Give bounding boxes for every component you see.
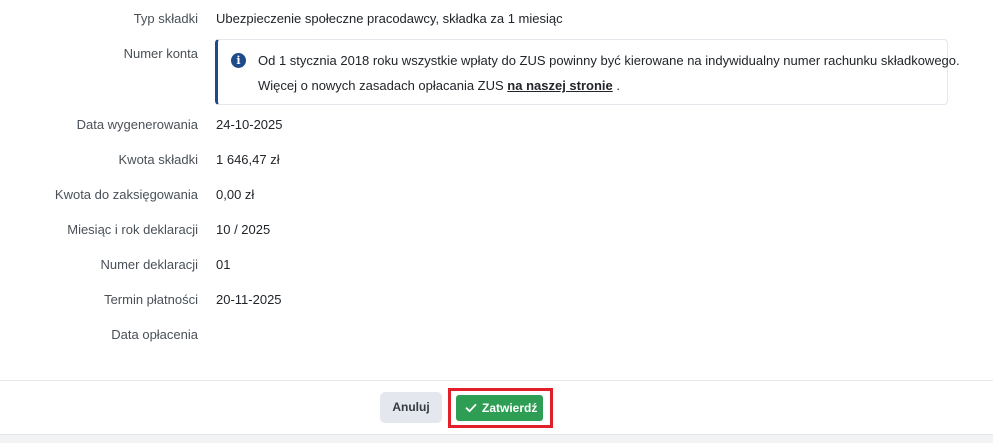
payment-details-panel: Typ składki Ubezpieczenie społeczne prac… bbox=[0, 0, 993, 380]
info-alert-more: Więcej o nowych zasadach opłacania ZUS n… bbox=[258, 78, 620, 94]
field-value: 1 646,47 zł bbox=[216, 152, 280, 167]
field-value: 01 bbox=[216, 257, 231, 272]
field-value: 10 / 2025 bbox=[216, 222, 271, 237]
field-label: Miesiąc i rok deklaracji bbox=[67, 222, 198, 237]
field-label: Data wygenerowania bbox=[76, 117, 198, 132]
field-value: Ubezpieczenie społeczne pracodawcy, skła… bbox=[216, 11, 563, 26]
info-alert-more-prefix: Więcej o nowych zasadach opłacania ZUS bbox=[258, 78, 508, 93]
field-label: Typ składki bbox=[133, 11, 198, 26]
field-value: 0,00 zł bbox=[216, 187, 255, 202]
confirm-button[interactable]: Zatwierdź bbox=[456, 395, 543, 421]
field-label: Kwota składki bbox=[118, 152, 198, 167]
info-alert: i Od 1 stycznia 2018 roku wszystkie wpła… bbox=[215, 39, 960, 105]
our-website-link[interactable]: na naszej stronie bbox=[507, 78, 612, 93]
field-value: 20-11-2025 bbox=[216, 292, 282, 307]
info-icon: i bbox=[231, 53, 246, 68]
field-label: Numer konta bbox=[123, 46, 198, 61]
check-icon bbox=[465, 403, 477, 413]
info-alert-text: Od 1 stycznia 2018 roku wszystkie wpłaty… bbox=[258, 53, 960, 68]
cancel-button[interactable]: Anuluj bbox=[380, 392, 442, 423]
confirm-button-label: Zatwierdź bbox=[482, 401, 538, 415]
field-label: Termin płatności bbox=[104, 292, 198, 307]
modal-footer: Anuluj Zatwierdź bbox=[0, 380, 993, 435]
field-value: 24-10-2025 bbox=[216, 117, 283, 132]
field-label: Kwota do zaksięgowania bbox=[54, 187, 198, 202]
field-label: Numer deklaracji bbox=[100, 257, 198, 272]
info-alert-more-suffix: . bbox=[612, 78, 621, 93]
field-label: Data opłacenia bbox=[111, 327, 198, 342]
